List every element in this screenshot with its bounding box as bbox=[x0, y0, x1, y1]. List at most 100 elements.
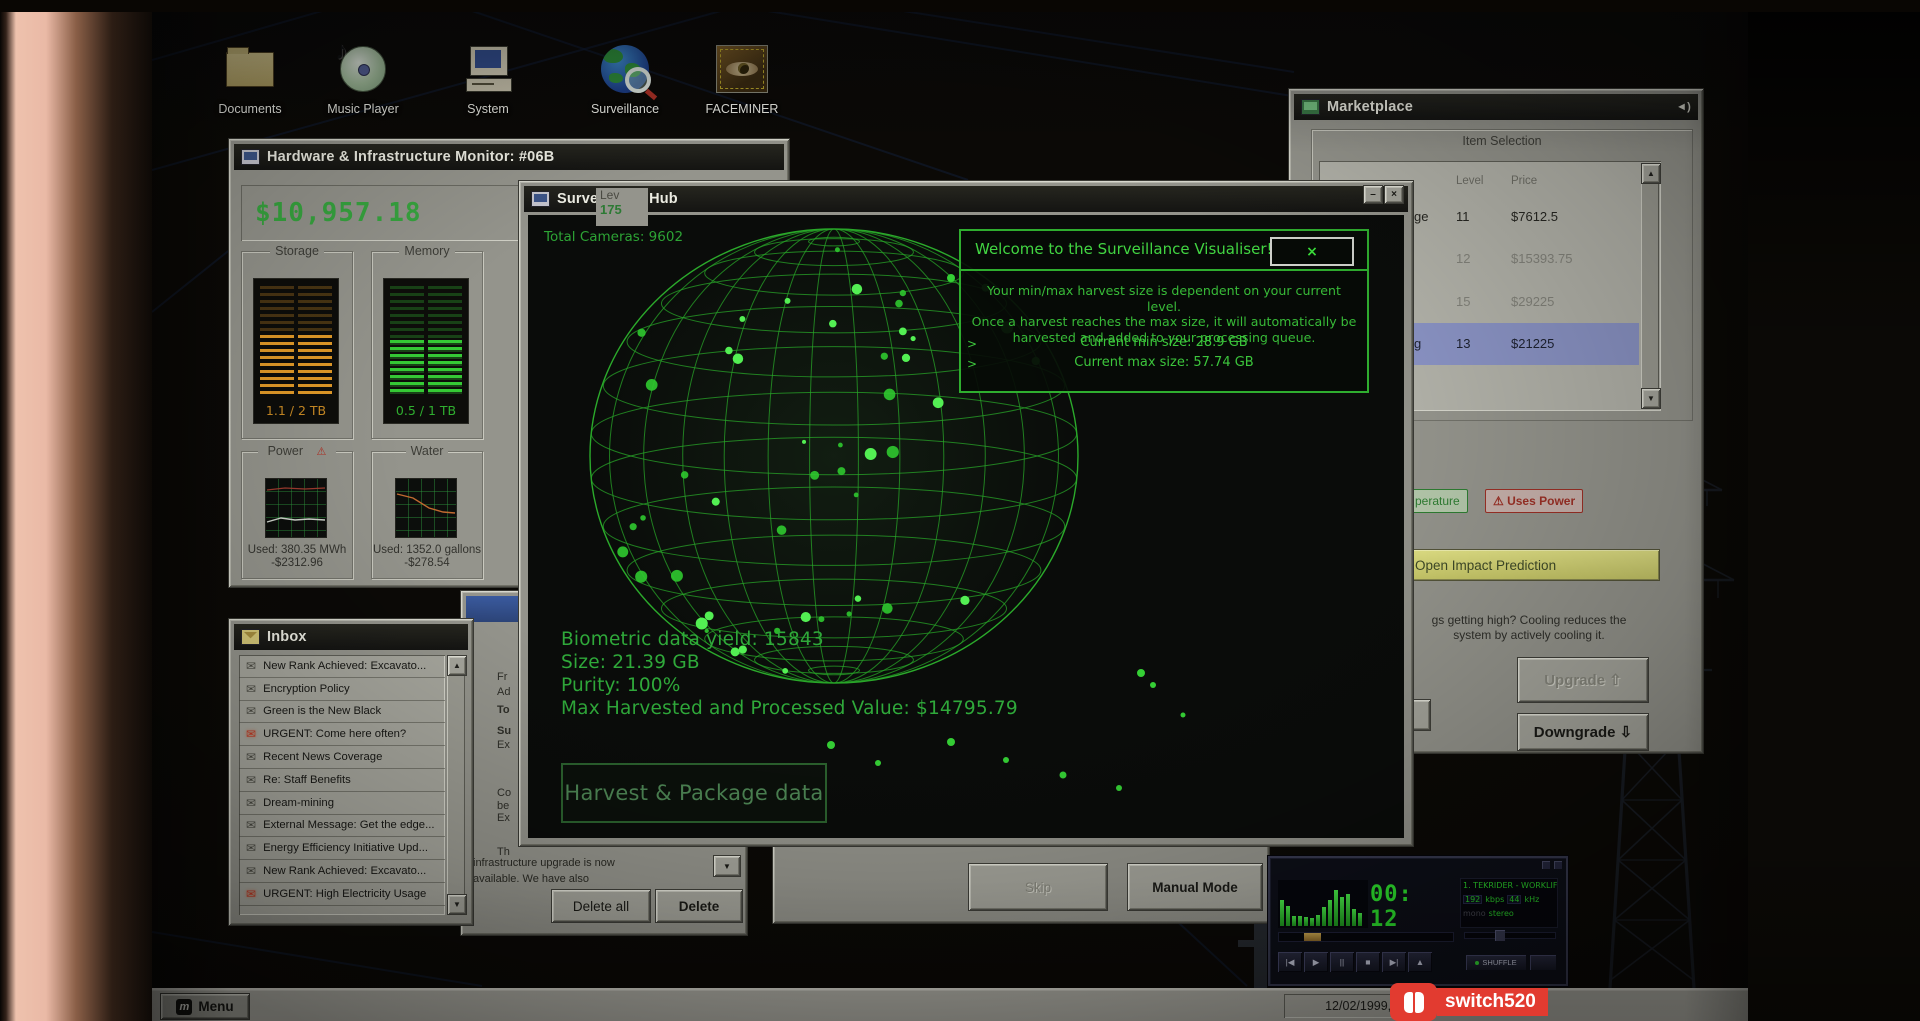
scroll-up-icon[interactable]: ▲ bbox=[1641, 163, 1661, 184]
player-titlebar[interactable] bbox=[1272, 860, 1564, 870]
harvest-package-button[interactable]: Harvest & Package data bbox=[561, 763, 827, 823]
spectrum-analyzer bbox=[1278, 880, 1368, 928]
bitrate-value: 192 bbox=[1463, 895, 1483, 904]
desktop-icon-documents[interactable]: Documents bbox=[200, 40, 300, 116]
music-cd-icon: ♪ bbox=[335, 35, 386, 92]
envelope-icon: ✉ bbox=[246, 818, 257, 833]
envelope-icon: ✉ bbox=[246, 704, 257, 719]
envelope-icon: ✉ bbox=[246, 864, 257, 879]
speaker-icon[interactable]: ◄) bbox=[1676, 101, 1691, 113]
message-subject: Re: Staff Benefits bbox=[263, 773, 351, 786]
stop-button[interactable]: ■ bbox=[1356, 952, 1380, 972]
previous-button[interactable]: |◀ bbox=[1278, 952, 1302, 972]
computer-icon bbox=[531, 191, 550, 207]
email-field-label: Fr bbox=[497, 671, 508, 683]
desktop-icon-faceminer[interactable]: FACEMINER bbox=[692, 40, 792, 116]
inbox-message-row[interactable]: ✉ New Rank Achieved: Excavato... bbox=[239, 655, 445, 678]
inbox-message-row[interactable]: ✉ Dream-mining bbox=[239, 792, 445, 815]
surveillance-hub-titlebar[interactable]: Surveillance Hub bbox=[524, 186, 1408, 212]
volume-handle[interactable] bbox=[1495, 930, 1506, 941]
envelope-icon: ✉ bbox=[246, 727, 257, 742]
visualiser-welcome-dialog: Welcome to the Surveillance Visualiser! … bbox=[959, 229, 1369, 393]
power-panel: Power ⚠ Used: 380.35 MWh -$2312.96 bbox=[241, 444, 353, 579]
inbox-message-row[interactable]: ✉ Green is the New Black bbox=[239, 701, 445, 724]
memory-gauge: 0.5 / 1 TB bbox=[383, 278, 469, 424]
player-close-icon[interactable] bbox=[1554, 861, 1562, 869]
window-surveillance-hub: Surveillance Hub – × Total Cameras: 9602… bbox=[518, 180, 1414, 847]
computer-icon bbox=[241, 149, 260, 165]
item-name: g bbox=[1414, 336, 1422, 351]
seek-handle[interactable] bbox=[1304, 933, 1321, 941]
dialog-close-icon[interactable]: × bbox=[1270, 237, 1354, 266]
inbox-scrollbar[interactable]: ▲ ▼ bbox=[447, 655, 467, 915]
email-body-line: infrastructure upgrade is now bbox=[473, 857, 615, 869]
marketplace-title: Marketplace bbox=[1327, 99, 1414, 115]
volume-slider[interactable] bbox=[1464, 930, 1556, 941]
inbox-message-row[interactable]: ✉ Re: Staff Benefits bbox=[239, 769, 445, 792]
harvest-stat-line: Max Harvested and Processed Value: $1479… bbox=[561, 698, 1018, 719]
current-min-size: Current min size: 28.9 GB bbox=[1080, 335, 1248, 350]
play-button[interactable]: ▶ bbox=[1304, 952, 1328, 972]
inbox-message-row[interactable]: ✉ New Rank Achieved: Excavato... bbox=[239, 860, 445, 883]
storage-panel: Storage 1.1 / 2 TB bbox=[241, 244, 353, 439]
message-subject: Recent News Coverage bbox=[263, 751, 383, 764]
harvest-stat-line: Size: 21.39 GB bbox=[561, 652, 700, 673]
menu-button[interactable]: m Menu bbox=[160, 993, 250, 1020]
water-used: Used: 1352.0 gallons bbox=[372, 544, 482, 556]
level-indicator: Lev 175 bbox=[596, 188, 648, 226]
temperature-badge: perature bbox=[1407, 489, 1468, 513]
close-icon[interactable]: × bbox=[1384, 185, 1404, 204]
email-field-label: To bbox=[497, 704, 510, 716]
scroll-down-icon[interactable]: ▼ bbox=[1641, 388, 1661, 409]
inbox-title: Inbox bbox=[267, 629, 307, 645]
inbox-message-row[interactable]: ✉ URGENT: High Electricity Usage bbox=[239, 883, 445, 906]
seek-slider[interactable] bbox=[1278, 932, 1454, 942]
email-field-label: Ex bbox=[497, 739, 510, 751]
inbox-titlebar[interactable]: Inbox bbox=[234, 624, 468, 650]
marketplace-scrollbar[interactable]: ▲ ▼ bbox=[1641, 163, 1661, 409]
player-minimize-icon[interactable] bbox=[1542, 861, 1550, 869]
manual-mode-button[interactable]: Manual Mode bbox=[1127, 863, 1263, 911]
eject-button[interactable]: ▲ bbox=[1408, 952, 1432, 972]
icon-label: Music Player bbox=[327, 102, 399, 116]
monitor-bezel-right bbox=[1748, 0, 1920, 1021]
gamepad-icon bbox=[1390, 983, 1437, 1021]
icon-label: System bbox=[467, 102, 509, 116]
harvest-stat-line: Biometric data yield: 15843 bbox=[561, 629, 824, 650]
inbox-message-row[interactable]: ✉ URGENT: Come here often? bbox=[239, 723, 445, 747]
envelope-icon: ✉ bbox=[246, 772, 257, 787]
mono-indicator: mono bbox=[1463, 909, 1486, 918]
skip-button[interactable]: Skip bbox=[968, 863, 1108, 911]
scroll-up-icon[interactable]: ▲ bbox=[447, 655, 467, 676]
open-impact-prediction-button[interactable]: Open Impact Prediction bbox=[1407, 549, 1660, 581]
transport-controls: |◀ ▶ || ■ ▶| ▲ bbox=[1278, 952, 1432, 972]
next-button[interactable]: ▶| bbox=[1382, 952, 1406, 972]
marketplace-titlebar[interactable]: Marketplace ◄) bbox=[1294, 94, 1698, 120]
delete-button[interactable]: Delete bbox=[655, 889, 743, 923]
item-level: 11 bbox=[1456, 208, 1470, 224]
desktop-icon-surveillance[interactable]: Surveillance bbox=[575, 40, 675, 116]
dialog-title: Welcome to the Surveillance Visualiser! bbox=[975, 240, 1273, 258]
combo-dropdown-icon[interactable]: ▼ bbox=[713, 855, 741, 877]
extra-player-button[interactable] bbox=[1530, 955, 1556, 970]
inbox-message-list: ✉ New Rank Achieved: Excavato... ✉ Encrypti… bbox=[239, 655, 445, 915]
shuffle-button[interactable]: SHUFFLE bbox=[1466, 955, 1526, 970]
envelope-icon: ✉ bbox=[246, 841, 257, 856]
minimize-icon[interactable]: – bbox=[1363, 185, 1383, 204]
hardware-monitor-titlebar[interactable]: Hardware & Infrastructure Monitor: #06B bbox=[234, 144, 784, 170]
inbox-message-row[interactable]: ✉ Recent News Coverage bbox=[239, 746, 445, 769]
scroll-down-icon[interactable]: ▼ bbox=[447, 894, 467, 915]
pause-button[interactable]: || bbox=[1330, 952, 1354, 972]
downgrade-button[interactable]: Downgrade ⇩ bbox=[1517, 713, 1649, 751]
delete-all-button[interactable]: Delete all bbox=[551, 889, 651, 923]
desktop-icon-music-player[interactable]: ♪ Music Player bbox=[313, 35, 413, 116]
inbox-message-row[interactable]: ✉ Encryption Policy bbox=[239, 678, 445, 701]
storage-gauge: 1.1 / 2 TB bbox=[253, 278, 339, 424]
desktop-icon-system[interactable]: System bbox=[438, 40, 538, 116]
memory-value: 0.5 / 1 TB bbox=[395, 403, 457, 418]
inbox-message-row[interactable]: ✉ Energy Efficiency Initiative Upd... bbox=[239, 837, 445, 861]
memory-label: Memory bbox=[399, 244, 455, 258]
inbox-message-row[interactable]: ✉ External Message: Get the edge... bbox=[239, 815, 445, 838]
upgrade-button[interactable]: Upgrade ⇧ bbox=[1517, 657, 1649, 703]
monitor-bezel-left bbox=[0, 0, 152, 1021]
